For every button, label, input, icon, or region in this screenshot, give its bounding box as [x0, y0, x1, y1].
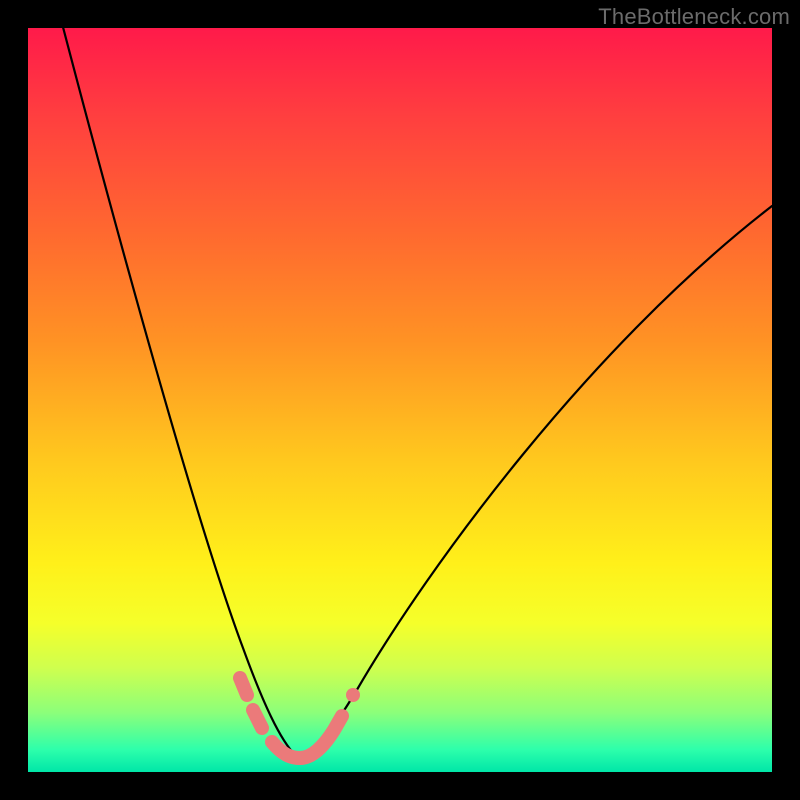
curve-layer [28, 28, 772, 772]
marker-right-dot [346, 688, 360, 702]
plot-area [28, 28, 772, 772]
left-branch-line [58, 28, 296, 756]
right-branch-line [296, 206, 772, 756]
chart-frame: TheBottleneck.com [0, 0, 800, 800]
watermark-text: TheBottleneck.com [598, 4, 790, 30]
marker-left-cluster [240, 678, 262, 728]
